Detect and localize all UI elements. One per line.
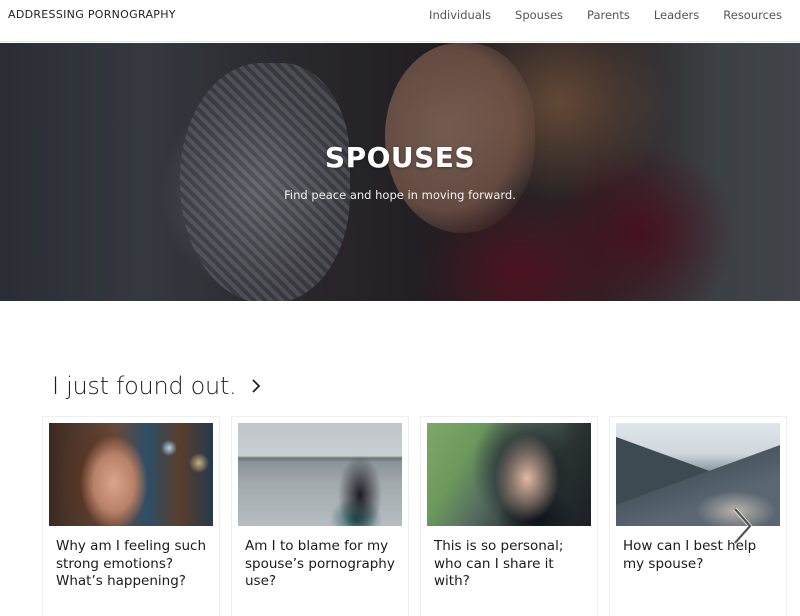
carousel-next-button[interactable]: [728, 506, 756, 546]
nav-item-leaders[interactable]: Leaders: [654, 8, 699, 22]
chevron-right-icon: [733, 507, 753, 545]
article-card[interactable]: Why am I feeling such strong emotions? W…: [42, 416, 220, 616]
card-image: [49, 423, 213, 526]
section-heading-link[interactable]: I just found out.: [52, 372, 264, 400]
card-title: How can I best help my spouse?: [623, 538, 757, 572]
article-card[interactable]: Am I to blame for my spouse’s pornograph…: [231, 416, 409, 616]
hero-subtitle: Find peace and hope in moving forward.: [284, 188, 516, 202]
site-brand[interactable]: ADDRESSING PORNOGRAPHY: [8, 8, 176, 21]
nav-item-resources[interactable]: Resources: [723, 8, 782, 22]
card-title: Why am I feeling such strong emotions? W…: [56, 538, 207, 589]
hero-title: SPOUSES: [324, 141, 476, 174]
nav-item-spouses[interactable]: Spouses: [515, 8, 563, 22]
nav-item-parents[interactable]: Parents: [587, 8, 630, 22]
main-nav: Individuals Spouses Parents Leaders Reso…: [429, 8, 782, 22]
nav-item-individuals[interactable]: Individuals: [429, 8, 491, 22]
section-heading: I just found out.: [52, 372, 237, 400]
article-card[interactable]: How can I best help my spouse?: [609, 416, 787, 616]
card-image: [238, 423, 402, 526]
card-image: [427, 423, 591, 526]
site-header: ADDRESSING PORNOGRAPHY Individuals Spous…: [0, 0, 800, 42]
card-title: Am I to blame for my spouse’s pornograph…: [245, 538, 395, 589]
chevron-right-icon: [252, 379, 261, 393]
card-title: This is so personal; who can I share it …: [434, 538, 564, 589]
article-card[interactable]: This is so personal; who can I share it …: [420, 416, 598, 616]
hero-banner: SPOUSES Find peace and hope in moving fo…: [0, 43, 800, 301]
